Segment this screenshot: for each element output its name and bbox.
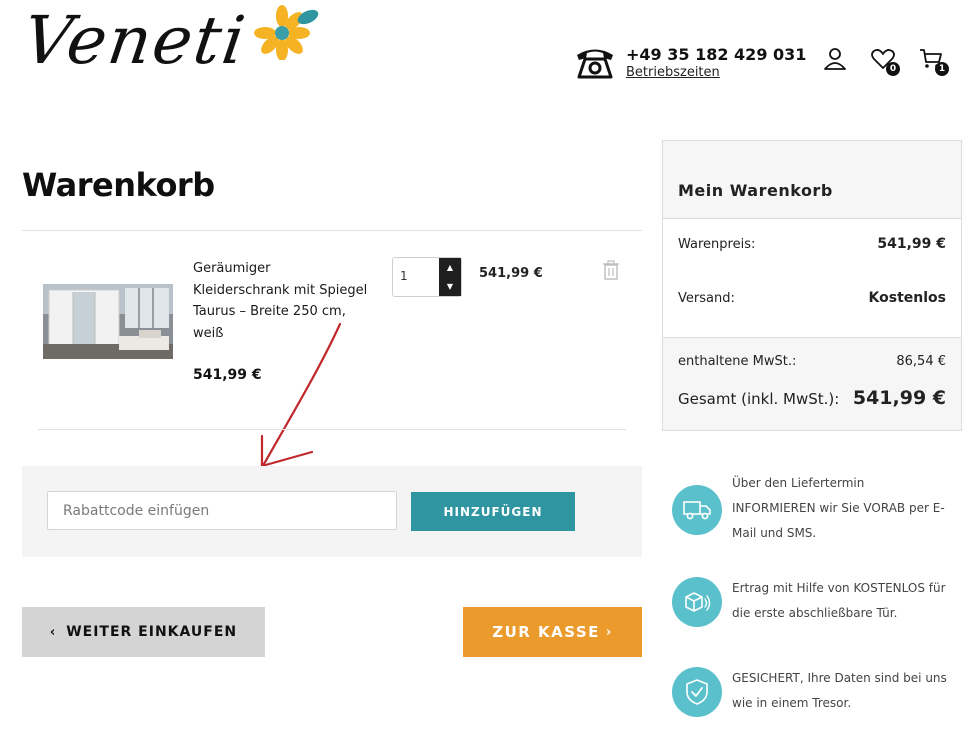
info-delivery: Über den Liefertermin INFORMIEREN wir Si…: [672, 471, 947, 546]
flower-logo-icon: [254, 5, 319, 60]
telephone-icon: [577, 49, 613, 79]
quantity-decrease-icon[interactable]: ▼: [439, 277, 461, 296]
product-thumbnail[interactable]: [43, 284, 173, 359]
page-title: Warenkorb: [22, 166, 215, 204]
cart-count-badge: 1: [935, 62, 949, 76]
coupon-code-input[interactable]: [47, 491, 397, 530]
trash-icon[interactable]: [602, 260, 620, 280]
info-security-text: GESICHERT, Ihre Daten sind bei uns wie i…: [732, 671, 947, 710]
user-account-icon[interactable]: [822, 46, 848, 72]
continue-shopping-label: WEITER EINKAUFEN: [66, 624, 238, 640]
phone-number[interactable]: +49 35 182 429 031: [626, 45, 806, 64]
divider: [38, 429, 626, 430]
info-assembly-text: Ertrag mit Hilfe von KOSTENLOS für die e…: [732, 581, 946, 620]
business-hours-link[interactable]: Betriebszeiten: [626, 65, 806, 80]
truck-icon: [683, 501, 711, 520]
wishlist-count-badge: 0: [886, 62, 900, 76]
logo[interactable]: Veneti: [10, 0, 320, 120]
continue-shopping-button[interactable]: ‹ WEITER EINKAUFEN: [22, 607, 265, 657]
summary-totals: [663, 338, 961, 430]
info-assembly: Ertrag mit Hilfe von KOSTENLOS für die e…: [672, 576, 947, 627]
chevron-right-icon: ›: [605, 624, 613, 640]
checkout-label: ZUR KASSE: [492, 623, 600, 641]
shipping-value: Kostenlos: [868, 290, 946, 306]
tax-value: 86,54 €: [896, 354, 946, 369]
summary-title: Mein Warenkorb: [663, 141, 961, 219]
quantity-value[interactable]: 1: [393, 258, 439, 296]
divider: [22, 230, 642, 231]
product-price-value: 541,99 €: [877, 236, 946, 252]
total-value: 541,99 €: [852, 387, 946, 409]
checkout-button[interactable]: ZUR KASSE ›: [463, 607, 642, 657]
info-security: GESICHERT, Ihre Daten sind bei uns wie i…: [672, 666, 947, 717]
wardrobe-image-icon: [43, 284, 173, 359]
package-icon: [685, 592, 711, 612]
info-delivery-text: Über den Liefertermin INFORMIEREN wir Si…: [732, 476, 945, 540]
tax-label: enthaltene MwSt.:: [678, 354, 797, 369]
annotation-arrow-icon: [260, 322, 342, 468]
line-total-price: 541,99 €: [479, 266, 543, 281]
logo-text: Veneti: [18, 2, 252, 79]
total-label: Gesamt (inkl. MwSt.):: [678, 390, 840, 408]
quantity-stepper[interactable]: 1 ▲ ▼: [392, 257, 462, 297]
shipping-label: Versand:: [678, 291, 735, 306]
shield-check-icon: [686, 679, 708, 705]
quantity-increase-icon[interactable]: ▲: [439, 258, 461, 277]
chevron-left-icon: ‹: [49, 624, 57, 640]
product-price-label: Warenpreis:: [678, 237, 756, 252]
contact-phone[interactable]: +49 35 182 429 031 Betriebszeiten: [574, 44, 806, 80]
order-summary: Mein Warenkorb Warenpreis: 541,99 € Vers…: [662, 140, 962, 431]
apply-coupon-button[interactable]: HINZUFÜGEN: [411, 492, 575, 531]
